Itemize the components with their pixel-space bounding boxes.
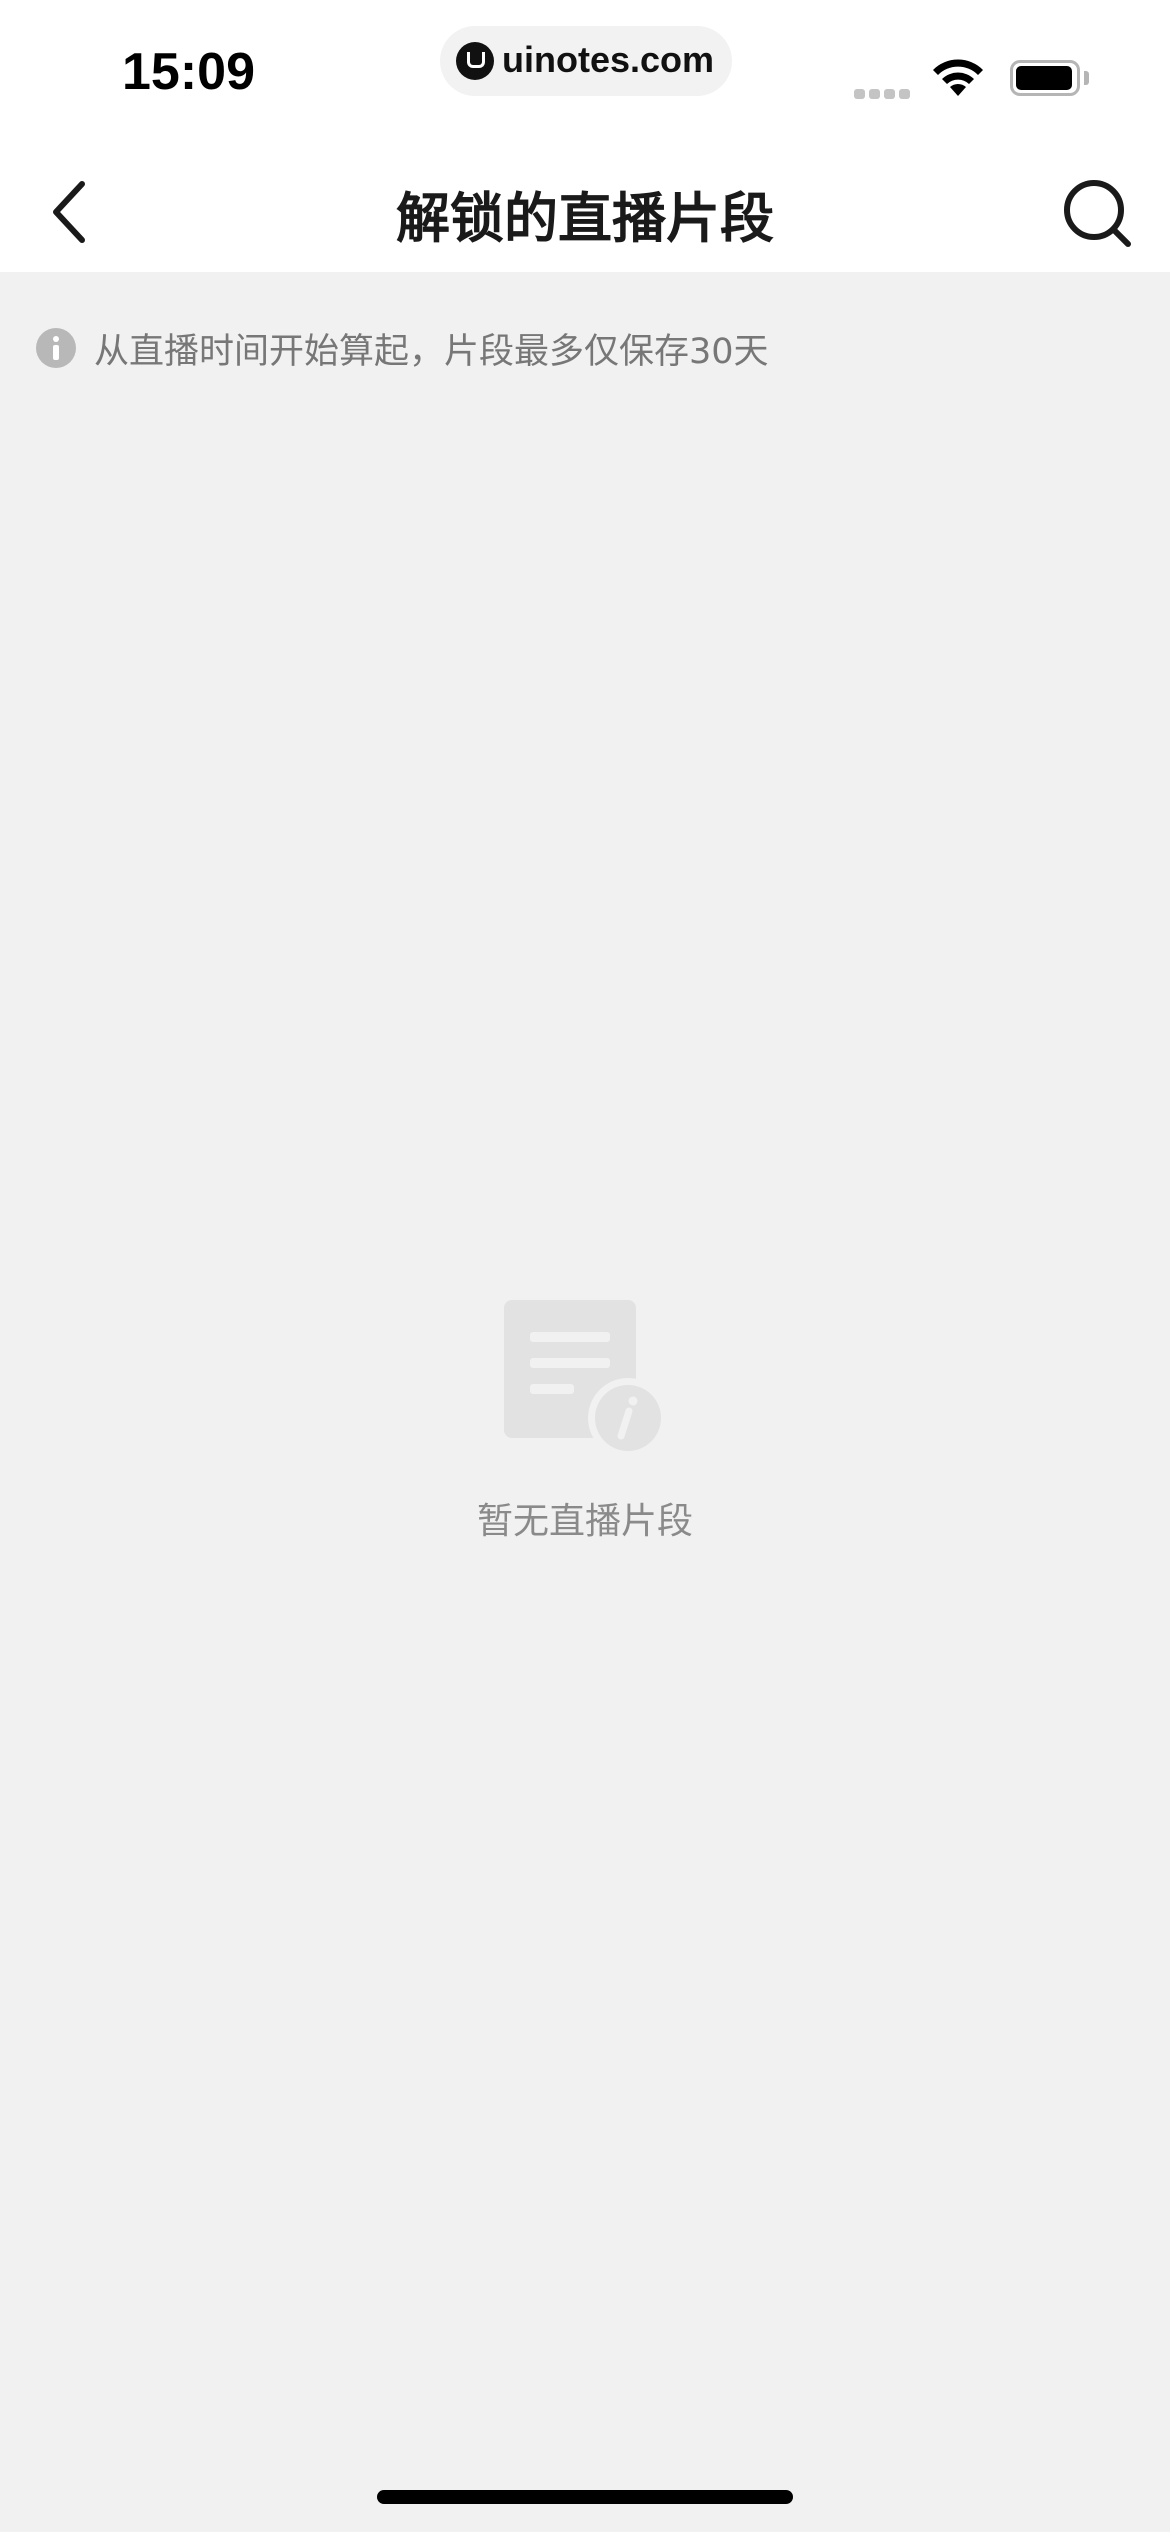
- battery-cap: [1084, 71, 1089, 85]
- page-title: 解锁的直播片段: [396, 187, 774, 250]
- empty-state: 暂无直播片段: [0, 1296, 1170, 1542]
- notice-text: 从直播时间开始算起，片段最多仅保存30天: [94, 331, 769, 372]
- search-icon[interactable]: [1060, 174, 1136, 250]
- site-logo-icon: [456, 42, 494, 80]
- retention-notice: 从直播时间开始算起，片段最多仅保存30天: [36, 326, 769, 372]
- info-icon: [36, 328, 76, 368]
- status-bar: 15:09 uinotes.com: [0, 0, 1170, 140]
- status-time: 15:09: [122, 43, 255, 101]
- url-text: uinotes.com: [502, 39, 715, 80]
- wifi-icon: [933, 59, 983, 96]
- document-info-icon: [504, 1300, 668, 1456]
- nav-bar: 解锁的直播片段: [0, 140, 1170, 272]
- signal-icon: [854, 84, 916, 99]
- empty-state-text: 暂无直播片段: [476, 1501, 693, 1542]
- battery-icon: [1010, 60, 1080, 96]
- url-pill[interactable]: uinotes.com: [440, 26, 732, 96]
- home-indicator[interactable]: [377, 2490, 793, 2504]
